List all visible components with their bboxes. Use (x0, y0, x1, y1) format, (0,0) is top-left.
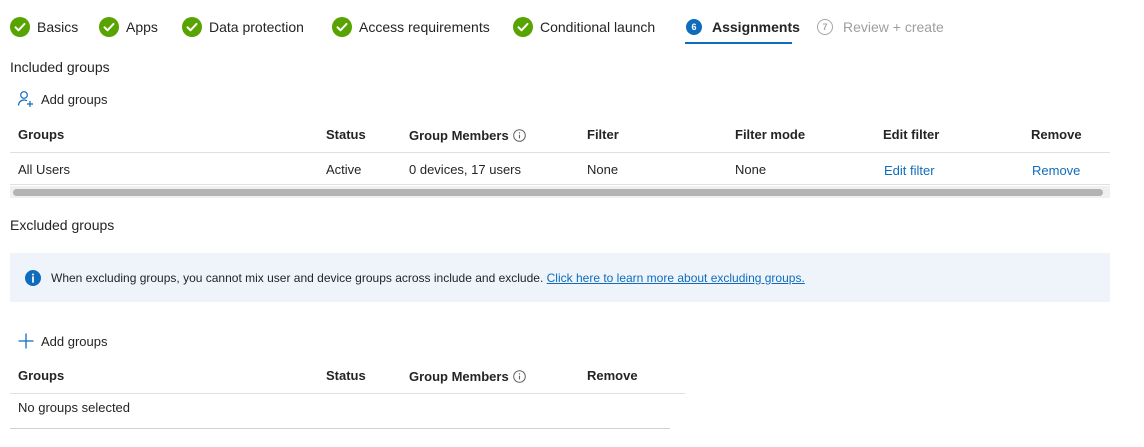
row-divider (10, 428, 670, 429)
cell-filter: None (587, 162, 619, 177)
col-header-group-members-label: Group Members (409, 369, 509, 384)
check-circle-icon (182, 17, 202, 37)
horizontal-scrollbar-thumb[interactable] (13, 189, 1103, 196)
info-message: When excluding groups, you cannot mix us… (51, 271, 805, 285)
learn-more-link[interactable]: Click here to learn more about excluding… (547, 271, 805, 285)
step-label: Access requirements (359, 19, 490, 35)
col-header-group-members: Group Members (409, 128, 526, 143)
info-icon (25, 270, 41, 286)
col-header-filter: Filter (587, 127, 619, 142)
step-number-badge: 7 (817, 19, 833, 35)
add-included-groups-button[interactable]: Add groups (17, 90, 108, 108)
add-excluded-groups-button[interactable]: Add groups (17, 332, 108, 350)
step-review-create[interactable]: 7 Review + create (817, 16, 944, 38)
empty-table-message: No groups selected (18, 400, 131, 415)
info-icon[interactable] (512, 370, 526, 383)
included-groups-title: Included groups (10, 59, 110, 75)
step-access-requirements[interactable]: Access requirements (332, 16, 490, 38)
edit-filter-link[interactable]: Edit filter (884, 163, 935, 178)
step-label: Basics (37, 19, 79, 35)
col-header-remove: Remove (1031, 127, 1082, 142)
col-header-remove: Remove (587, 368, 638, 383)
step-label: Data protection (209, 19, 304, 35)
active-step-underline (685, 42, 792, 44)
cell-group-name: All Users (18, 162, 71, 177)
col-header-groups: Groups (18, 127, 65, 142)
check-circle-icon (10, 17, 30, 37)
info-icon[interactable] (512, 129, 526, 142)
cell-group-members: 0 devices, 17 users (409, 162, 522, 177)
header-divider (10, 152, 1110, 153)
col-header-edit-filter: Edit filter (883, 127, 940, 142)
row-divider (10, 184, 1110, 185)
col-header-group-members-label: Group Members (409, 128, 509, 143)
plus-icon (18, 333, 34, 349)
add-groups-label: Add groups (41, 91, 108, 107)
check-circle-icon (99, 17, 119, 37)
step-number-badge: 6 (686, 19, 702, 35)
col-header-status: Status (326, 127, 366, 142)
info-message-text: When excluding groups, you cannot mix us… (51, 271, 544, 285)
step-basics[interactable]: Basics (10, 16, 78, 38)
step-label: Assignments (712, 19, 800, 35)
header-divider (10, 393, 685, 394)
col-header-status: Status (326, 368, 366, 383)
excluded-groups-title: Excluded groups (10, 217, 115, 233)
remove-link[interactable]: Remove (1032, 163, 1080, 178)
step-label: Apps (126, 19, 158, 35)
step-apps[interactable]: Apps (99, 16, 158, 38)
col-header-filter-mode: Filter mode (735, 127, 806, 142)
step-label: Review + create (843, 19, 944, 35)
add-user-icon (17, 91, 33, 107)
add-groups-label: Add groups (41, 333, 108, 349)
cell-status: Active (326, 162, 362, 177)
col-header-groups: Groups (18, 368, 65, 383)
cell-filter-mode: None (735, 162, 767, 177)
step-assignments[interactable]: 6 Assignments (686, 16, 800, 38)
check-circle-icon (332, 17, 352, 37)
step-conditional-launch[interactable]: Conditional launch (513, 16, 655, 38)
step-label: Conditional launch (540, 19, 656, 35)
step-data-protection[interactable]: Data protection (182, 16, 304, 38)
check-circle-icon (513, 17, 533, 37)
col-header-group-members: Group Members (409, 369, 526, 384)
wizard-steps: Basics Apps Data protection Access requi… (0, 0, 1144, 48)
